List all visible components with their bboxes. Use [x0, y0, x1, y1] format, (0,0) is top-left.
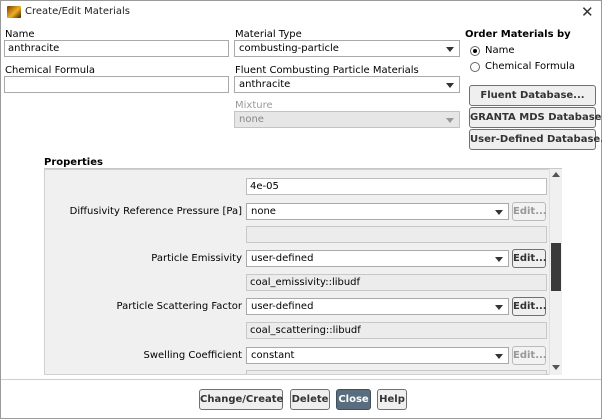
diffusivity-pressure-value: none: [251, 206, 276, 217]
chevron-down-icon: [495, 210, 503, 215]
order-by-label: Order Materials by: [465, 29, 571, 40]
particle-scattering-udf-field: coal_scattering::libudf: [246, 322, 547, 339]
mixture-dropdown[interactable]: none: [234, 111, 460, 128]
property-empty-field: [246, 226, 547, 243]
particle-emissivity-value: user-defined: [251, 253, 314, 264]
fluent-app-icon: [7, 6, 21, 18]
footer-divider: [1, 379, 601, 380]
create-edit-materials-dialog: Create/Edit Materials ✕ Name anthracite …: [0, 0, 602, 419]
change-create-button[interactable]: Change/Create: [199, 389, 283, 410]
material-type-label: Material Type: [235, 29, 302, 40]
fluent-database-button[interactable]: Fluent Database...: [469, 85, 596, 106]
close-button[interactable]: Close: [336, 389, 371, 410]
mixture-label: Mixture: [235, 100, 273, 111]
scroll-up-icon[interactable]: [552, 172, 560, 177]
particle-emissivity-dropdown[interactable]: user-defined: [246, 250, 509, 267]
property-label: Particle Emissivity: [151, 253, 242, 264]
user-defined-database-button[interactable]: User-Defined Database...: [469, 129, 602, 150]
chemical-formula-label: Chemical Formula: [5, 65, 96, 76]
property-partial-field: [246, 370, 547, 374]
property-label: Swelling Coefficient: [143, 350, 243, 361]
chevron-down-icon: [446, 83, 454, 88]
mixture-value: none: [239, 114, 264, 125]
diffusivity-pressure-dropdown[interactable]: none: [246, 203, 509, 220]
fluent-materials-value: anthracite: [239, 79, 291, 90]
particle-emissivity-udf-field: coal_emissivity::libudf: [246, 274, 547, 291]
material-type-dropdown[interactable]: combusting-particle: [234, 40, 460, 57]
order-by-formula-label: Chemical Formula: [485, 61, 576, 72]
swelling-coefficient-edit-button[interactable]: Edit...: [512, 346, 547, 365]
help-button[interactable]: Help: [377, 389, 407, 410]
order-by-name-radio[interactable]: [470, 46, 480, 56]
chemical-formula-field[interactable]: [4, 76, 229, 93]
scrollbar-thumb[interactable]: [551, 243, 561, 291]
material-type-value: combusting-particle: [239, 43, 339, 54]
chevron-down-icon: [446, 47, 454, 52]
diffusivity-pressure-edit-button[interactable]: Edit...: [512, 202, 547, 221]
chevron-down-icon: [446, 118, 454, 123]
order-by-formula-radio[interactable]: [470, 62, 480, 72]
name-label: Name: [5, 29, 35, 40]
chevron-down-icon: [495, 354, 503, 359]
swelling-coefficient-value: constant: [251, 350, 295, 361]
property-value-field[interactable]: 4e-05: [246, 178, 547, 195]
properties-heading: Properties: [44, 157, 103, 168]
particle-scattering-dropdown[interactable]: user-defined: [246, 298, 509, 315]
title-bar: Create/Edit Materials ✕: [1, 1, 601, 25]
granta-database-button[interactable]: GRANTA MDS Database...: [469, 107, 602, 128]
chevron-down-icon: [495, 305, 503, 310]
particle-emissivity-edit-button[interactable]: Edit...: [512, 249, 547, 268]
particle-scattering-value: user-defined: [251, 301, 314, 312]
swelling-coefficient-dropdown[interactable]: constant: [246, 347, 509, 364]
close-icon[interactable]: ✕: [581, 3, 594, 21]
property-label: Particle Scattering Factor: [116, 301, 242, 312]
scroll-down-icon[interactable]: [552, 365, 560, 370]
delete-button[interactable]: Delete: [290, 389, 330, 410]
fluent-materials-dropdown[interactable]: anthracite: [234, 76, 460, 93]
window-title: Create/Edit Materials: [25, 6, 130, 17]
chevron-down-icon: [495, 257, 503, 262]
order-by-name-label: Name: [485, 45, 515, 56]
properties-scrollbar[interactable]: [549, 169, 562, 375]
properties-panel[interactable]: 4e-05 Diffusivity Reference Pressure [Pa…: [44, 169, 550, 375]
particle-scattering-edit-button[interactable]: Edit...: [512, 297, 547, 316]
name-field[interactable]: anthracite: [4, 40, 229, 57]
property-label: Diffusivity Reference Pressure [Pa]: [69, 206, 242, 217]
fluent-materials-label: Fluent Combusting Particle Materials: [235, 65, 419, 76]
